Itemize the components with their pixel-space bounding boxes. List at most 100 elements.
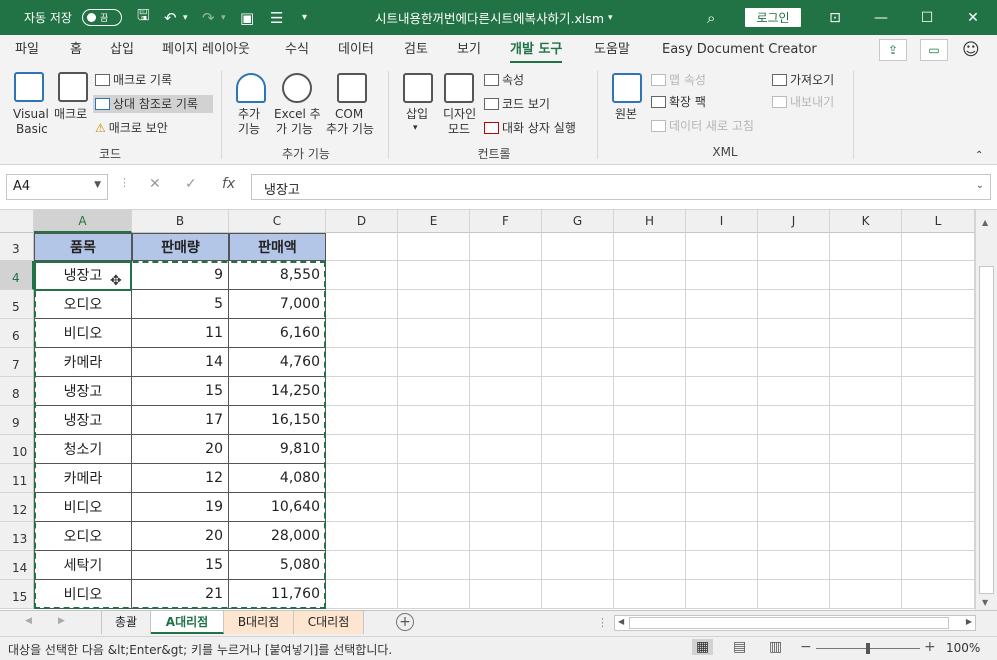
empty-cell[interactable] — [614, 406, 686, 435]
empty-cell[interactable] — [686, 233, 758, 261]
column-header-l[interactable]: L — [902, 210, 975, 233]
worksheet-grid[interactable]: A B C D E F G H I J K L 3 품목 판매량 판매액 4 냉장고 9 8,… — [0, 210, 997, 610]
empty-cell[interactable] — [470, 464, 542, 493]
prev-sheet-icon[interactable]: ◀ — [25, 616, 32, 626]
empty-cell[interactable] — [470, 377, 542, 406]
empty-cell[interactable] — [470, 493, 542, 522]
ribbon-display-icon[interactable]: ⊡ — [812, 0, 858, 35]
column-header-h[interactable]: H — [614, 210, 686, 233]
empty-cell[interactable] — [542, 551, 614, 580]
row-header[interactable]: 12 — [0, 493, 34, 522]
page-layout-view-icon[interactable]: ▤ — [733, 639, 746, 655]
empty-cell[interactable] — [326, 290, 398, 319]
row-header[interactable]: 5 — [0, 290, 34, 319]
empty-cell[interactable] — [614, 377, 686, 406]
empty-cell[interactable] — [686, 348, 758, 377]
empty-cell[interactable] — [758, 435, 830, 464]
empty-cell[interactable] — [830, 580, 902, 609]
row-header[interactable]: 8 — [0, 377, 34, 406]
insert-function-icon[interactable]: fx — [222, 176, 235, 192]
scroll-left-icon[interactable]: ◀ — [618, 617, 624, 626]
table-cell-amount[interactable]: 5,080 — [229, 551, 326, 580]
empty-cell[interactable] — [830, 406, 902, 435]
column-header-c[interactable]: C — [229, 210, 326, 233]
empty-cell[interactable] — [398, 290, 470, 319]
table-cell-amount[interactable]: 7,000 — [229, 290, 326, 319]
collapse-ribbon-icon[interactable]: ⌃ — [975, 149, 983, 163]
empty-cell[interactable] — [686, 261, 758, 290]
empty-cell[interactable] — [470, 522, 542, 551]
empty-cell[interactable] — [686, 435, 758, 464]
vertical-scroll-thumb[interactable] — [979, 266, 994, 594]
empty-cell[interactable] — [614, 319, 686, 348]
empty-cell[interactable] — [398, 233, 470, 261]
table-cell-amount[interactable]: 4,760 — [229, 348, 326, 377]
empty-cell[interactable] — [398, 493, 470, 522]
table-cell-amount[interactable]: 6,160 — [229, 319, 326, 348]
scroll-down-icon[interactable]: ▼ — [982, 598, 988, 607]
table-cell-amount[interactable]: 14,250 — [229, 377, 326, 406]
select-all-corner[interactable] — [0, 210, 34, 233]
empty-cell[interactable] — [542, 580, 614, 609]
empty-cell[interactable] — [326, 261, 398, 290]
empty-cell[interactable] — [398, 580, 470, 609]
redo-icon[interactable]: ↷ — [202, 0, 215, 35]
empty-cell[interactable] — [398, 551, 470, 580]
empty-cell[interactable] — [398, 261, 470, 290]
expand-formula-icon[interactable]: ⌄ — [976, 180, 984, 191]
table-cell-qty[interactable]: 20 — [132, 435, 229, 464]
empty-cell[interactable] — [758, 233, 830, 261]
table-cell-item[interactable]: 오디오 — [34, 522, 132, 551]
empty-cell[interactable] — [758, 406, 830, 435]
empty-cell[interactable] — [830, 522, 902, 551]
empty-cell[interactable] — [614, 290, 686, 319]
empty-cell[interactable] — [758, 522, 830, 551]
properties-button[interactable]: 속성 — [484, 73, 524, 87]
empty-cell[interactable] — [902, 261, 975, 290]
empty-cell[interactable] — [542, 377, 614, 406]
zoom-level[interactable]: 100% — [946, 641, 980, 655]
page-break-view-icon[interactable]: ▥ — [769, 639, 782, 655]
table-cell-qty[interactable]: 15 — [132, 551, 229, 580]
table-cell-item[interactable]: 청소기 — [34, 435, 132, 464]
empty-cell[interactable] — [542, 261, 614, 290]
empty-cell[interactable] — [614, 493, 686, 522]
table-cell-qty[interactable]: 9 — [132, 261, 229, 290]
empty-cell[interactable] — [902, 435, 975, 464]
tab-developer[interactable]: 개발 도구 — [510, 35, 563, 65]
name-box[interactable]: A4 ▼ — [6, 174, 108, 200]
column-header-b[interactable]: B — [132, 210, 229, 233]
empty-cell[interactable] — [398, 522, 470, 551]
column-header-f[interactable]: F — [470, 210, 542, 233]
empty-cell[interactable] — [830, 233, 902, 261]
undo-icon[interactable]: ↶ — [164, 0, 177, 35]
empty-cell[interactable] — [542, 348, 614, 377]
close-icon[interactable]: ✕ — [950, 0, 996, 35]
column-header-g[interactable]: G — [542, 210, 614, 233]
column-header-e[interactable]: E — [398, 210, 470, 233]
empty-cell[interactable] — [758, 290, 830, 319]
sheet-tab-b-branch[interactable]: B대리점 — [224, 611, 294, 634]
tab-formulas[interactable]: 수식 — [285, 35, 309, 65]
empty-cell[interactable] — [326, 406, 398, 435]
empty-cell[interactable] — [326, 435, 398, 464]
empty-cell[interactable] — [470, 233, 542, 261]
table-cell-qty[interactable]: 12 — [132, 464, 229, 493]
tab-view[interactable]: 보기 — [457, 35, 481, 65]
empty-cell[interactable] — [830, 261, 902, 290]
empty-cell[interactable] — [686, 290, 758, 319]
column-header-k[interactable]: K — [830, 210, 902, 233]
empty-cell[interactable] — [614, 464, 686, 493]
sheet-tab-a-branch[interactable]: A대리점 — [151, 611, 224, 634]
tab-home[interactable]: 홈 — [70, 35, 82, 65]
view-code-button[interactable]: 코드 보기 — [484, 97, 550, 111]
row-header[interactable]: 13 — [0, 522, 34, 551]
empty-cell[interactable] — [470, 261, 542, 290]
empty-cell[interactable] — [470, 551, 542, 580]
empty-cell[interactable] — [614, 435, 686, 464]
empty-cell[interactable] — [326, 233, 398, 261]
minimize-icon[interactable]: — — [858, 0, 904, 35]
tab-file[interactable]: 파일 — [15, 35, 39, 65]
relative-reference-button[interactable]: 상대 참조로 기록 — [93, 95, 213, 113]
empty-cell[interactable] — [686, 580, 758, 609]
